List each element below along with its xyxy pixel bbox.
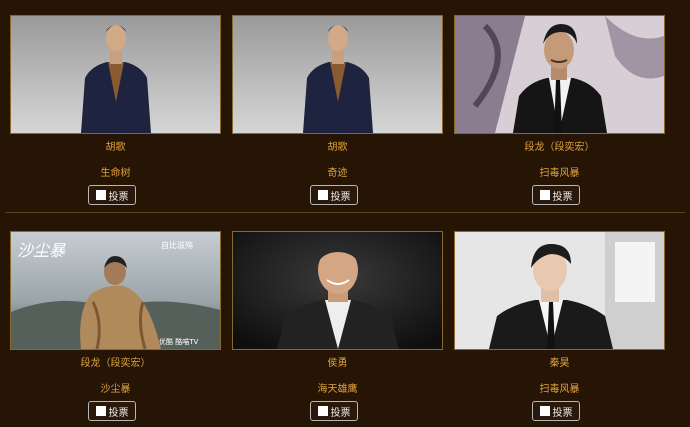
vote-checkbox[interactable] [539, 406, 550, 416]
candidate-work: 海天雄鹰 [317, 384, 358, 395]
vote-button[interactable]: 投票 [310, 185, 358, 205]
candidate-name: 秦昊 [549, 358, 570, 369]
candidate-photo [10, 15, 221, 134]
candidate-name: 侯勇 [327, 358, 348, 369]
candidate-photo [454, 231, 665, 350]
vote-checkbox[interactable] [539, 190, 550, 200]
man-black-suit-photo [455, 16, 664, 133]
candidate-card: 胡歌 生命树 投票 [10, 15, 221, 211]
man-navy-suit-photo [11, 16, 220, 133]
man-navy-suit-photo [233, 16, 442, 133]
vote-checkbox[interactable] [317, 406, 328, 416]
poster-platform-text: 自比滋殇 [161, 240, 193, 250]
candidate-card: 沙尘暴 自比滋殇 优酷 酷喵TV 段龙（段奕宏） 沙尘暴 投票 [10, 231, 221, 427]
poster-logos-text: 优酷 酷喵TV [159, 337, 199, 346]
candidate-work: 奇迹 [327, 168, 348, 179]
vote-button[interactable]: 投票 [532, 185, 580, 205]
vote-checkbox[interactable] [317, 190, 328, 200]
man-dark-suit-photo [233, 232, 442, 349]
vote-button-label: 投票 [108, 191, 129, 203]
candidate-work: 生命树 [100, 168, 131, 179]
vote-page: 胡歌 生命树 投票 胡歌 奇迹 投票 段龙（段奕宏） 扫毒风暴 投票 沙尘暴 自… [0, 0, 690, 427]
candidate-card: 秦昊 扫毒风暴 投票 [454, 231, 665, 427]
candidate-card: 段龙（段奕宏） 扫毒风暴 投票 [454, 15, 665, 211]
candidate-name: 胡歌 [105, 142, 126, 153]
vote-button[interactable]: 投票 [310, 401, 358, 421]
candidate-card: 侯勇 海天雄鹰 投票 [232, 231, 443, 427]
candidate-name: 段龙（段奕宏） [80, 358, 151, 369]
poster-title-art: 沙尘暴 [17, 241, 66, 260]
vote-button-label: 投票 [330, 407, 351, 419]
man-black-suit-photo [455, 232, 664, 349]
candidate-work: 扫毒风暴 [539, 168, 580, 179]
candidate-work: 沙尘暴 [100, 384, 131, 395]
vote-button-label: 投票 [108, 407, 129, 419]
drama-poster-photo: 沙尘暴 自比滋殇 优酷 酷喵TV [11, 232, 220, 349]
candidate-photo [454, 15, 665, 134]
candidate-card: 胡歌 奇迹 投票 [232, 15, 443, 211]
candidate-name: 段龙（段奕宏） [524, 142, 595, 153]
candidate-name: 胡歌 [327, 142, 348, 153]
vote-button[interactable]: 投票 [88, 185, 136, 205]
candidate-photo [232, 15, 443, 134]
candidate-photo [232, 231, 443, 350]
vote-button-label: 投票 [552, 407, 573, 419]
vote-button[interactable]: 投票 [532, 401, 580, 421]
vote-checkbox[interactable] [95, 406, 106, 416]
vote-button[interactable]: 投票 [88, 401, 136, 421]
vote-button-label: 投票 [552, 191, 573, 203]
candidate-work: 扫毒风暴 [539, 384, 580, 395]
vote-button-label: 投票 [330, 191, 351, 203]
candidate-photo: 沙尘暴 自比滋殇 优酷 酷喵TV [10, 231, 221, 350]
vote-checkbox[interactable] [95, 190, 106, 200]
row-divider [5, 212, 685, 213]
